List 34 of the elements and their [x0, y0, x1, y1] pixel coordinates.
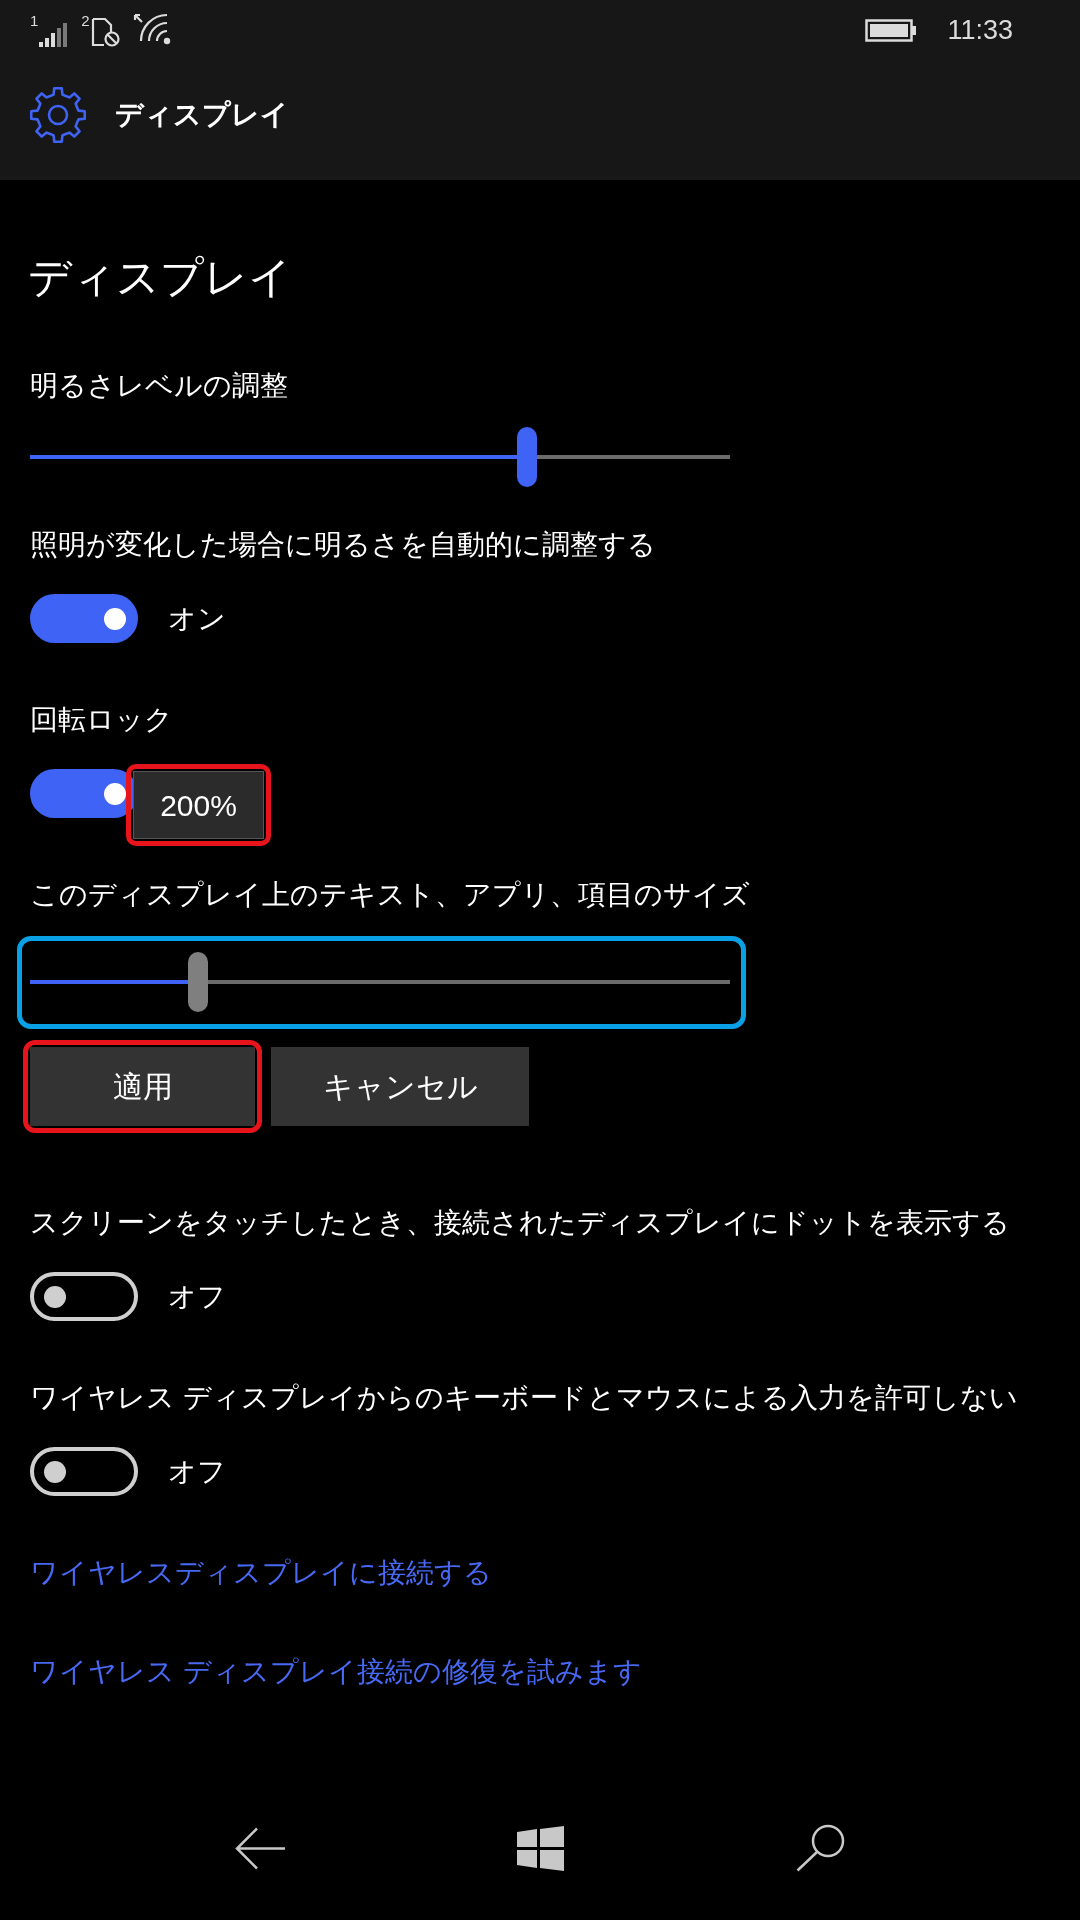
- page-title: ディスプレイ: [27, 252, 293, 303]
- clock-time: 11:33: [947, 13, 1013, 47]
- slider[interactable]: [30, 427, 730, 487]
- toggle-state-text: オン: [168, 601, 226, 636]
- wifi-icon: [132, 13, 173, 47]
- settings-icon: [29, 86, 87, 144]
- setting-label: 照明が変化した場合に明るさを自動的に調整する: [29, 528, 657, 562]
- setting-label: ワイヤレス ディスプレイからのキーボードとマウスによる入力を許可しない: [29, 1381, 1019, 1415]
- settings-link[interactable]: ワイヤレス ディスプレイ接続の修復を試みます: [30, 1652, 642, 1692]
- toggle-switch[interactable]: [30, 594, 138, 643]
- sim-card-icon: [90, 17, 121, 47]
- toggle-state-text: オフ: [168, 1279, 226, 1314]
- search-icon[interactable]: [795, 1824, 845, 1872]
- toggle-switch[interactable]: [30, 1272, 138, 1321]
- sim-index-label: 2: [81, 13, 90, 29]
- header-title: ディスプレイ: [115, 98, 289, 132]
- settings-link[interactable]: ワイヤレスディスプレイに接続する: [30, 1553, 492, 1593]
- slider[interactable]: [30, 952, 730, 1012]
- setting-label: このディスプレイ上のテキスト、アプリ、項目のサイズ: [29, 878, 751, 912]
- dialog-button[interactable]: 適用: [30, 1047, 255, 1126]
- setting-label: 明るさレベルの調整: [29, 369, 289, 403]
- window-panes-icon[interactable]: [516, 1825, 564, 1871]
- slider-thumb[interactable]: [517, 427, 537, 487]
- value-tooltip: 200%: [133, 771, 264, 839]
- battery-icon: [865, 18, 918, 42]
- toggle-state-text: オフ: [168, 1454, 226, 1489]
- signal-bars-icon: [39, 23, 70, 47]
- setting-label: スクリーンをタッチしたとき、接続されたディスプレイにドットを表示する: [29, 1206, 1011, 1240]
- slider-thumb[interactable]: [188, 952, 208, 1012]
- dialog-button[interactable]: キャンセル: [271, 1047, 529, 1126]
- toggle-switch[interactable]: [30, 1447, 138, 1496]
- back-arrow-icon[interactable]: [235, 1826, 285, 1870]
- setting-label: 回転ロック: [29, 703, 174, 737]
- sim-index-label: 1: [30, 13, 39, 29]
